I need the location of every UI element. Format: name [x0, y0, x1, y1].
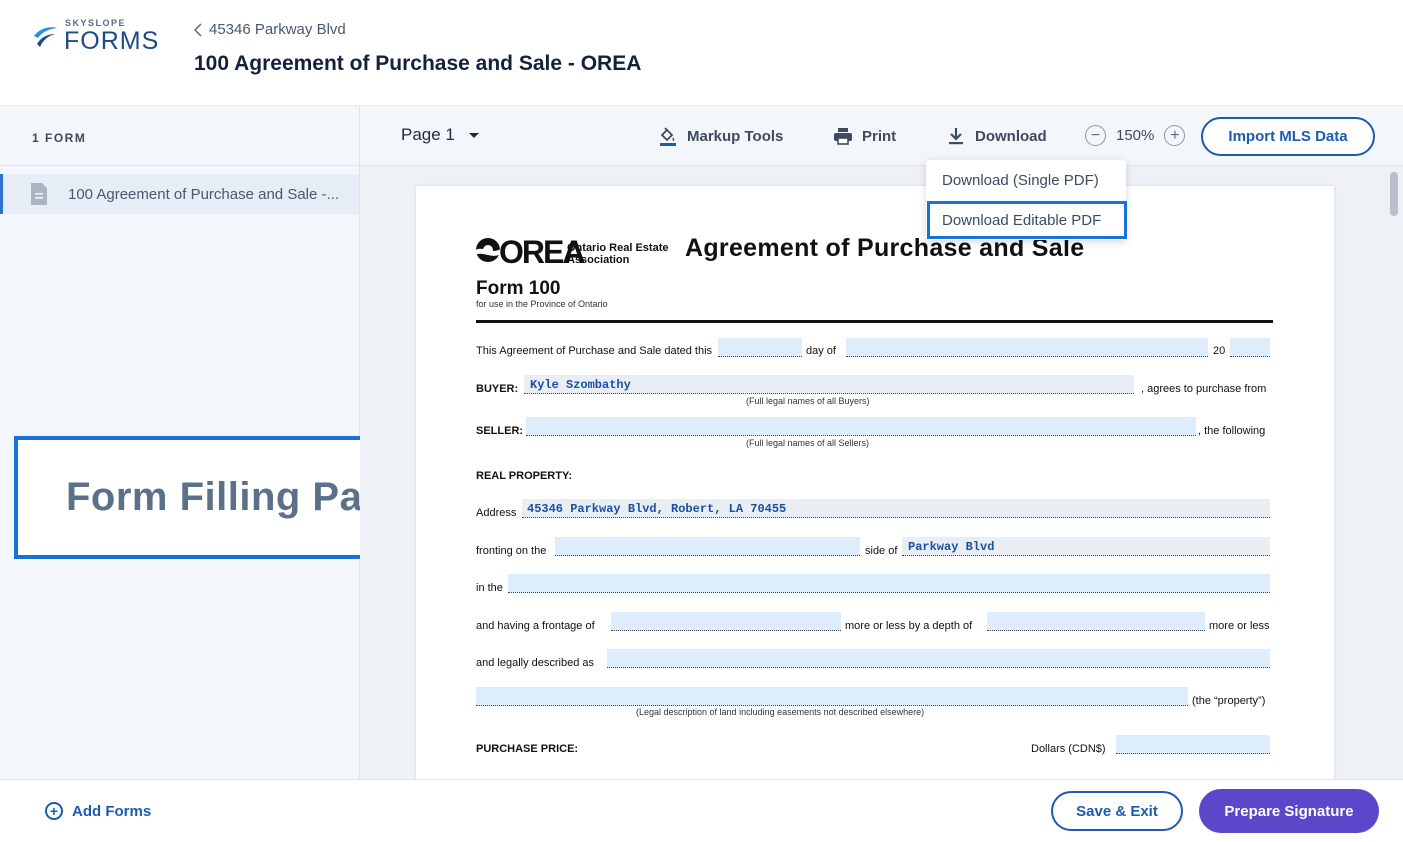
download-icon	[949, 128, 963, 145]
callout-text: Form Filling Page	[65, 475, 411, 519]
orea-association-name: Ontario Real Estate Association	[567, 242, 669, 266]
buyer-suffix: , agrees to purchase from	[1141, 383, 1267, 395]
legal-note: (Legal description of land including eas…	[636, 707, 925, 717]
download-label: Download	[975, 127, 1047, 145]
purchase-price-label: PURCHASE PRICE:	[476, 743, 579, 755]
buyer-value: Kyle Szombathy	[530, 378, 631, 392]
chevron-down-icon	[468, 132, 479, 138]
sidebar-heading: 1 FORM	[0, 106, 359, 166]
print-button[interactable]: Print	[833, 126, 896, 146]
skyslope-swoosh-icon	[34, 27, 57, 47]
zoom-in-icon[interactable]: +	[1164, 125, 1186, 146]
property-suffix: (the “property”)	[1192, 695, 1266, 707]
header-rule	[476, 320, 1273, 323]
year-prefix: 20	[1213, 345, 1226, 357]
prepare-signature-button[interactable]: Prepare Signature	[1199, 789, 1379, 833]
page-selector[interactable]: Page 1	[401, 125, 479, 145]
printer-icon	[834, 128, 852, 145]
in-the-label: in the	[476, 582, 503, 594]
import-mls-button[interactable]: Import MLS Data	[1201, 117, 1375, 156]
document-icon	[31, 183, 47, 205]
app-footer: + Add Forms Save & Exit Prepare Signatur…	[0, 779, 1403, 842]
add-forms-label: Add Forms	[72, 802, 152, 820]
form-subtitle: for use in the Province of Ontario	[476, 299, 608, 309]
paint-bucket-icon	[660, 127, 676, 146]
real-property-label: REAL PROPERTY:	[476, 470, 573, 482]
form-page: OREA Ontario Real Estate Association Agr…	[416, 186, 1334, 779]
day-of-label: day of	[806, 345, 836, 357]
save-exit-button[interactable]: Save & Exit	[1051, 791, 1183, 831]
seller-suffix: , the following	[1198, 425, 1266, 437]
brand-main-text: FORMS	[64, 27, 160, 55]
fronting-field[interactable]	[555, 537, 860, 556]
page-title: 100 Agreement of Purchase and Sale - ORE…	[194, 52, 642, 75]
side-of-value: Parkway Blvd	[908, 540, 995, 554]
zoom-out-icon[interactable]: −	[1085, 125, 1106, 146]
seller-field[interactable]	[526, 417, 1196, 436]
address-value: 45346 Parkway Blvd, Robert, LA 70455	[527, 502, 787, 516]
depth-label: more or less by a depth of	[845, 620, 973, 632]
sidebar-item-label: 100 Agreement of Purchase and Sale -...	[68, 185, 340, 203]
more-or-less-label: more or less	[1209, 620, 1270, 632]
download-button[interactable]: Download	[946, 126, 1047, 146]
download-editable-highlight	[927, 201, 1127, 239]
breadcrumb[interactable]: 45346 Parkway Blvd	[193, 21, 346, 38]
document-viewer[interactable]: OREA Ontario Real Estate Association Agr…	[360, 166, 1403, 779]
skyslope-forms-logo[interactable]: SKYSLOPE FORMS	[32, 18, 162, 55]
seller-note: (Full legal names of all Sellers)	[746, 438, 870, 448]
dated-day-field[interactable]	[718, 338, 802, 357]
markup-tools-button[interactable]: Markup Tools	[658, 126, 783, 146]
address-label: Address	[476, 507, 517, 519]
document-toolbar: Page 1 Markup Tools Print Download − 150…	[360, 106, 1403, 166]
app-header: SKYSLOPE FORMS 45346 Parkway Blvd 100 Ag…	[0, 0, 1403, 106]
dated-month-field[interactable]	[846, 338, 1208, 357]
download-single-pdf-option[interactable]: Download (Single PDF)	[942, 172, 1099, 189]
legal-description-field-2[interactable]	[476, 687, 1188, 706]
legal-description-field-1[interactable]	[607, 649, 1270, 668]
purchase-price-field[interactable]	[1116, 735, 1270, 754]
form-number: Form 100	[476, 278, 561, 299]
dated-year-field[interactable]	[1230, 338, 1270, 357]
sidebar-item-form-100[interactable]: 100 Agreement of Purchase and Sale -...	[0, 174, 359, 214]
add-forms-button[interactable]: + Add Forms	[45, 802, 151, 820]
fronting-label: fronting on the	[476, 545, 547, 557]
frontage-field[interactable]	[611, 612, 841, 631]
plus-circle-icon: +	[45, 802, 63, 820]
breadcrumb-address[interactable]: 45346 Parkway Blvd	[209, 21, 346, 38]
seller-label: SELLER:	[476, 425, 524, 437]
chevron-left-icon[interactable]	[193, 22, 203, 37]
buyer-note: (Full legal names of all Buyers)	[746, 396, 870, 406]
buyer-label: BUYER:	[476, 383, 519, 395]
municipality-field[interactable]	[508, 574, 1270, 593]
dollars-label: Dollars (CDN$)	[1031, 743, 1106, 755]
frontage-label: and having a frontage of	[476, 620, 595, 632]
vertical-scrollbar[interactable]	[1390, 172, 1398, 216]
print-label: Print	[862, 127, 897, 145]
depth-field[interactable]	[987, 612, 1205, 631]
dated-prefix: This Agreement of Purchase and Sale date…	[476, 345, 713, 357]
zoom-level: 150%	[1116, 127, 1155, 144]
legal-label: and legally described as	[476, 657, 595, 669]
page-selector-label: Page 1	[401, 125, 455, 144]
side-of-label: side of	[865, 545, 898, 557]
zoom-control: − 150% +	[1085, 125, 1186, 146]
markup-tools-label: Markup Tools	[687, 127, 784, 145]
